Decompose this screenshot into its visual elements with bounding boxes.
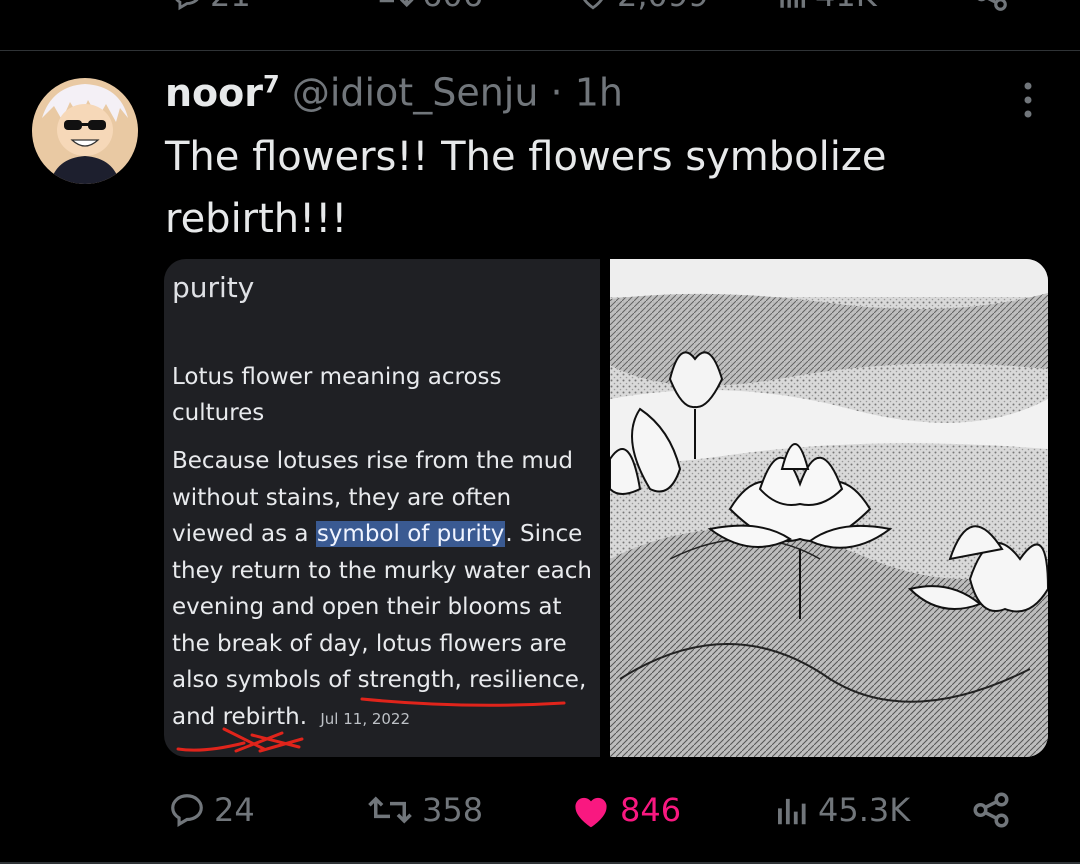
avatar-image	[32, 78, 138, 184]
highlighted-phrase: symbol of purity	[315, 521, 506, 547]
reply-icon	[175, 0, 199, 11]
heart-outline-icon	[583, 0, 603, 10]
avatar[interactable]	[32, 78, 138, 184]
reply-icon	[171, 794, 203, 828]
result-heading: Lotus flower meaning across cultures	[172, 364, 502, 426]
tweet-divider	[0, 50, 1080, 51]
display-name-superscript: 7	[263, 70, 280, 98]
prev-repost-count: 606	[422, 0, 483, 14]
repost-button[interactable]: 358	[366, 780, 483, 840]
prev-reply-button[interactable]: 21	[170, 0, 251, 14]
prev-views-count: 41K	[815, 0, 877, 14]
heart-filled-icon	[575, 797, 607, 828]
tweet-header: noor7 @idiot_Senju · 1h	[165, 70, 623, 115]
repost-icon	[368, 796, 412, 824]
prev-views-button[interactable]: 41K	[775, 0, 877, 14]
prev-reply-count: 21	[210, 0, 251, 14]
share-icon	[977, 0, 1007, 11]
reply-button[interactable]: 24	[168, 780, 255, 840]
result-body-after: . Since they return to the murky water e…	[172, 521, 592, 730]
separator-dot: ·	[550, 70, 563, 115]
share-icon	[973, 792, 1009, 828]
user-handle[interactable]: @idiot_Senju	[292, 71, 539, 115]
like-count: 846	[620, 791, 682, 829]
display-name-text: noor	[165, 70, 264, 115]
prev-like-count: 2,099	[617, 0, 709, 14]
previous-tweet-actions: 21 606 2,099 41K	[0, 0, 1080, 24]
search-result-screenshot[interactable]: purity Lotus flower meaning across cultu…	[164, 259, 600, 757]
result-date: Jul 11, 2022	[320, 709, 411, 728]
more-options-button[interactable]	[1010, 80, 1046, 120]
media-separator	[600, 259, 610, 757]
more-vertical-icon	[1024, 82, 1032, 118]
timestamp[interactable]: 1h	[575, 71, 623, 115]
repost-icon	[379, 0, 414, 8]
reply-count: 24	[214, 791, 255, 829]
views-count: 45.3K	[818, 791, 911, 829]
tweet-actions: 24 358 846 45.3K	[0, 780, 1080, 840]
display-name[interactable]: noor7	[165, 70, 280, 115]
prev-share-button[interactable]	[972, 0, 1010, 14]
like-button[interactable]: 846	[570, 780, 681, 840]
tweet-media[interactable]: purity Lotus flower meaning across cultu…	[164, 259, 1048, 757]
result-term: purity	[172, 271, 255, 304]
views-icon	[780, 0, 806, 8]
prev-like-button[interactable]: 2,099	[575, 0, 709, 14]
repost-count: 358	[422, 791, 484, 829]
prev-repost-button[interactable]: 606	[372, 0, 483, 14]
views-icon	[778, 798, 806, 825]
result-body: Because lotuses rise from the mud withou…	[172, 443, 600, 737]
views-button[interactable]: 45.3K	[772, 780, 910, 840]
manga-lotus-panel[interactable]	[607, 259, 1048, 757]
share-button[interactable]	[970, 780, 1012, 840]
tweet-text: The flowers!! The flowers symbolize rebi…	[165, 134, 887, 242]
lotus-illustration	[607, 259, 1048, 757]
